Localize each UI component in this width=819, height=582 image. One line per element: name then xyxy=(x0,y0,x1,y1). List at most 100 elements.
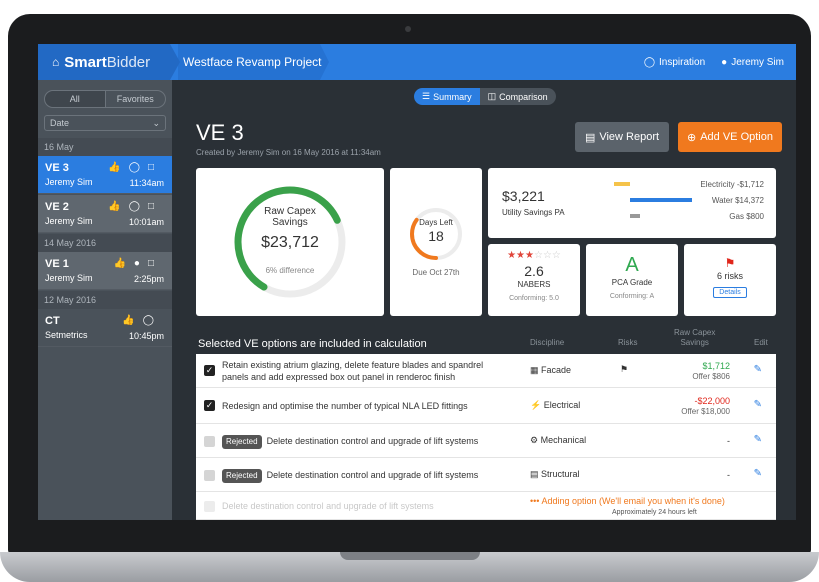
row-saving: $1,712 Offer $806 xyxy=(692,361,730,382)
half-star-icon: ★ xyxy=(525,250,534,261)
tab-summary[interactable]: ☰ Summary xyxy=(414,88,480,105)
comment-icon[interactable]: ◯ xyxy=(143,315,162,326)
filter-all-button[interactable]: All xyxy=(44,90,106,108)
inspiration-link[interactable]: ◯ Inspiration xyxy=(644,57,705,68)
edit-pencil-icon[interactable]: ✎ xyxy=(754,399,762,410)
header-savings-2: Savings xyxy=(680,338,709,347)
row-description: Delete destination control and upgrade o… xyxy=(222,501,434,511)
utility-savings-value: $3,221 xyxy=(502,188,545,204)
user-icon: ● xyxy=(721,56,728,68)
add-ve-option-button[interactable]: ⊕ Add VE Option xyxy=(678,122,782,152)
nabers-label: NABERS xyxy=(517,280,551,289)
row-checkbox[interactable] xyxy=(204,470,215,481)
saving-value: $1,712 xyxy=(702,361,730,371)
edit-pencil-icon[interactable]: ✎ xyxy=(754,364,762,375)
header-edit: Edit xyxy=(754,338,768,347)
table-row[interactable]: Rejected Delete destination control and u… xyxy=(196,458,776,492)
row-saving: -$22,000 Offer $18,000 xyxy=(681,396,730,417)
utility-savings-card: $3,221 Utility Savings PA Electricity -$… xyxy=(488,168,776,238)
tab-comparison[interactable]: ◫ Comparison xyxy=(479,88,556,105)
thumbs-up-icon[interactable]: 👍 xyxy=(108,162,128,173)
sort-select[interactable]: Date ⌄ xyxy=(44,115,166,131)
sidebar-item-ct[interactable]: CT Setmetrics 👍◯ 10:45pm xyxy=(38,309,172,347)
inspiration-label: Inspiration xyxy=(659,56,706,68)
trash-icon[interactable]: □ xyxy=(148,201,162,212)
pca-label: PCA Grade xyxy=(611,278,653,287)
sidebar-item-ve1[interactable]: VE 1 Jeremy Sim 👍●□ 2:25pm xyxy=(38,252,172,290)
add-ve-option-label: Add VE Option xyxy=(700,131,773,143)
item-time: 2:25pm xyxy=(133,274,164,284)
header-savings: Raw Capex Savings xyxy=(674,328,715,348)
row-description: Redesign and optimise the number of typi… xyxy=(222,401,468,411)
details-button[interactable]: Details xyxy=(713,287,747,298)
table-title: Selected VE options are included in calc… xyxy=(198,338,427,350)
item-actions: 👍●□ xyxy=(113,258,162,269)
gas-row: Gas $800 xyxy=(729,212,764,221)
days-left-label: Days Left xyxy=(419,218,453,227)
brand-arrow xyxy=(170,44,180,80)
laptop-notch xyxy=(340,552,480,560)
saving-value: -$22,000 xyxy=(694,396,730,406)
offer-value: Offer $18,000 xyxy=(681,407,730,416)
user-menu[interactable]: ● Jeremy Sim xyxy=(721,57,784,68)
edit-pencil-icon[interactable]: ✎ xyxy=(754,434,762,445)
edit-pencil-icon[interactable]: ✎ xyxy=(754,468,762,479)
raw-capex-label: Raw Capex Savings xyxy=(196,206,384,228)
row-checkbox[interactable] xyxy=(204,501,215,512)
risks-card: ⚑ 6 risks Details xyxy=(684,244,776,316)
tab-comparison-label: Comparison xyxy=(499,91,548,102)
view-report-button[interactable]: ▤ View Report xyxy=(575,122,669,152)
rejected-badge: Rejected xyxy=(222,435,262,449)
comment-icon[interactable]: ◯ xyxy=(129,201,148,212)
days-left-value: 18 xyxy=(428,228,444,244)
brand-logo[interactable]: ⌂ Smart Bidder xyxy=(38,44,170,80)
gear-icon: ⚙ xyxy=(530,435,541,445)
saving-value: - xyxy=(727,470,730,480)
sort-select-value: Date xyxy=(50,118,70,128)
water-bar xyxy=(630,198,692,202)
discipline-label: Facade xyxy=(541,365,572,375)
filter-favorites-button[interactable]: Favorites xyxy=(105,90,166,108)
sidebar-item-ve2[interactable]: VE 2 Jeremy Sim 👍◯□ 10:01am xyxy=(38,195,172,233)
row-description: Rejected Delete destination control and u… xyxy=(222,435,478,449)
plus-icon: ⊕ xyxy=(687,131,697,144)
item-actions: 👍◯□ xyxy=(108,201,162,212)
camera-icon xyxy=(405,26,411,32)
trash-icon[interactable]: □ xyxy=(148,258,162,269)
sidebar: All Favorites Date ⌄ 16 May VE 3 Jeremy … xyxy=(38,80,172,520)
adding-status-sub: Approximately 24 hours left xyxy=(612,509,697,516)
saving-value: - xyxy=(727,436,730,446)
page-subtitle: Created by Jeremy Sim on 16 May 2016 at … xyxy=(196,148,381,157)
nabers-card: ★★★☆☆☆ 2.6 NABERS Conforming: 5.0 xyxy=(488,244,580,316)
item-actions: 👍◯ xyxy=(122,315,162,326)
adding-status: ••• Adding option (We'll email you when … xyxy=(530,496,725,506)
flag-icon: ⚑ xyxy=(620,364,629,374)
row-checkbox[interactable]: ✓ xyxy=(204,400,215,411)
sidebar-item-ve3[interactable]: VE 3 Jeremy Sim 👍◯□ 11:34am xyxy=(38,156,172,194)
row-checkbox[interactable] xyxy=(204,436,215,447)
table-row[interactable]: ✓ Retain existing atrium glazing, delete… xyxy=(196,354,776,388)
table-row[interactable]: ✓ Redesign and optimise the number of ty… xyxy=(196,388,776,424)
brand-thin: Bidder xyxy=(106,53,151,71)
discipline-label: Structural xyxy=(541,469,580,479)
thumbs-up-icon[interactable]: 👍 xyxy=(108,201,128,212)
comment-icon[interactable]: ● xyxy=(134,258,148,269)
breadcrumb-project[interactable]: Westface Revamp Project xyxy=(183,44,322,80)
tab-summary-label: Summary xyxy=(433,91,472,102)
top-bar: ⌂ Smart Bidder Westface Revamp Project ◯ I… xyxy=(38,44,796,80)
table-row[interactable]: Rejected Delete destination control and u… xyxy=(196,424,776,458)
comment-icon[interactable]: ◯ xyxy=(129,162,148,173)
thumbs-up-icon[interactable]: 👍 xyxy=(113,258,133,269)
nabers-value: 2.6 xyxy=(524,263,544,279)
chevron-down-icon: ⌄ xyxy=(152,118,160,128)
item-actions: 👍◯□ xyxy=(108,162,162,173)
thumbs-up-icon[interactable]: 👍 xyxy=(122,315,142,326)
row-checkbox[interactable]: ✓ xyxy=(204,365,215,376)
list-icon: ☰ xyxy=(422,91,431,101)
header-risks: Risks xyxy=(618,338,638,347)
main-panel: ☰ Summary ◫ Comparison VE 3 Created by Jer… xyxy=(172,80,796,520)
columns-icon: ◫ xyxy=(487,91,497,101)
filter-segment: All Favorites xyxy=(44,90,166,108)
row-description-line1: Retain existing atrium glazing, delete f… xyxy=(222,360,484,370)
trash-icon[interactable]: □ xyxy=(148,162,162,173)
